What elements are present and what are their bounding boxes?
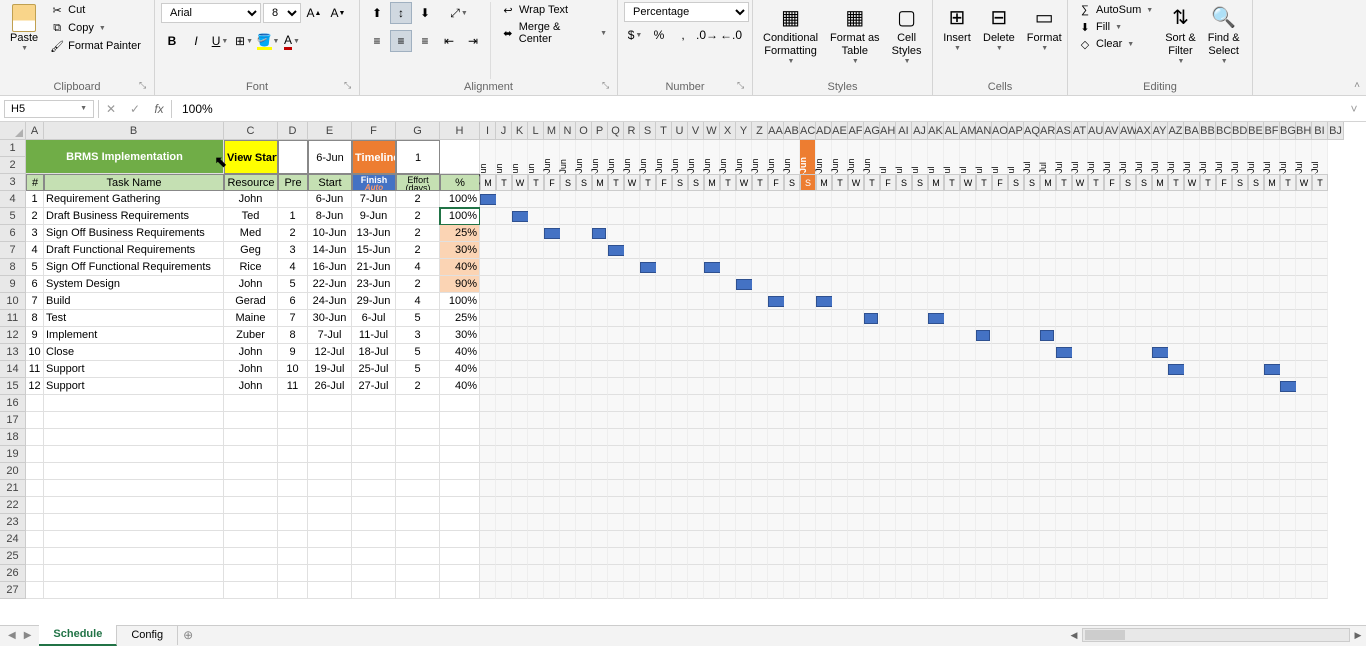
group-clipboard: Paste ▼ ✂Cut ⧉Copy▼ 🖌Format Painter Clip… [0,0,155,95]
cells-area[interactable]: BRMS ImplementationView Start6-JunTimeli… [26,140,1328,599]
sigma-icon: ∑ [1078,3,1092,17]
tab-config[interactable]: Config [117,626,178,645]
prev-sheet-button[interactable]: ◀ [8,630,16,641]
insert-cells-button[interactable]: ⊞Insert▼ [939,2,975,56]
dialog-launcher-icon[interactable]: ⤡ [344,80,356,92]
row-headers[interactable]: 1234567891011121314151617181920212223242… [0,140,26,599]
wrap-icon: ↩ [501,3,515,17]
scissors-icon: ✂ [50,3,64,17]
group-number: Percentage $▼ % , .0→ ←.0 Number ⤡ [618,0,753,95]
conditional-icon: ▦ [777,4,805,32]
formula-bar: H5▼ ✕ ✓ fx 100% ˅ [0,96,1366,122]
decrease-font-button[interactable]: A▼ [327,2,349,24]
format-as-table-button[interactable]: ▦Format as Table▼ [826,2,884,69]
conditional-formatting-button[interactable]: ▦Conditional Formatting▼ [759,2,822,69]
percent-button[interactable]: % [648,24,670,46]
group-styles: ▦Conditional Formatting▼ ▦Format as Tabl… [753,0,933,95]
accept-formula-button[interactable]: ✓ [123,102,147,116]
insert-icon: ⊞ [943,4,971,32]
find-select-button[interactable]: 🔍Find & Select▼ [1204,2,1244,69]
autosum-button[interactable]: ∑AutoSum▼ [1074,2,1157,18]
cell-styles-button[interactable]: ▢Cell Styles▼ [888,2,926,69]
chevron-down-icon: ▼ [21,45,28,53]
collapse-ribbon-button[interactable]: ˄ [1354,80,1360,91]
align-left-button[interactable]: ≡ [366,30,388,52]
format-icon: ▭ [1030,4,1058,32]
wrap-text-button[interactable]: ↩Wrap Text [497,2,611,18]
styles-icon: ▢ [893,4,921,32]
align-bottom-button[interactable]: ⬇ [414,2,436,24]
eraser-icon: ◇ [1078,37,1092,51]
number-format-select[interactable]: Percentage [624,2,749,22]
group-font: Arial 8 A▲ A▼ B I U▼ ⊞▼ 🪣▼ A▼ Font ⤡ [155,0,360,95]
name-box[interactable]: H5▼ [4,100,94,118]
merge-icon: ⬌ [501,26,515,40]
spreadsheet-grid[interactable]: ABCDEFGHIJKLMNOPQRSTUVWXYZAAABACADAEAFAG… [0,122,1366,625]
select-all-corner[interactable] [0,122,26,140]
decrease-indent-button[interactable]: ⇤ [438,30,460,52]
cancel-formula-button[interactable]: ✕ [99,102,123,116]
fill-color-button[interactable]: 🪣▼ [257,30,279,52]
align-middle-button[interactable]: ↕ [390,2,412,24]
ribbon: Paste ▼ ✂Cut ⧉Copy▼ 🖌Format Painter Clip… [0,0,1366,96]
align-center-button[interactable]: ≡ [390,30,412,52]
underline-button[interactable]: U▼ [209,30,231,52]
chevron-down-icon: ▼ [80,105,87,112]
group-alignment: ⬆ ↕ ⬇ ⤢▼ ≡ ≡ ≡ ⇤ ⇥ ↩Wrap Text ⬌Merge & C… [360,0,618,95]
add-sheet-button[interactable]: ⊕ [178,628,198,642]
group-label: Clipboard [6,79,148,93]
dialog-launcher-icon[interactable]: ⤡ [737,80,749,92]
orientation-button[interactable]: ⤢▼ [448,2,470,24]
delete-icon: ⊟ [985,4,1013,32]
font-name-select[interactable]: Arial [161,3,261,23]
sort-filter-button[interactable]: ⇅Sort & Filter▼ [1161,2,1200,69]
dialog-launcher-icon[interactable]: ⤡ [602,80,614,92]
expand-formula-bar-button[interactable]: ˅ [1342,102,1366,116]
fill-down-icon: ⬇ [1078,20,1092,34]
tab-schedule[interactable]: Schedule [39,625,117,646]
table-icon: ▦ [841,4,869,32]
increase-font-button[interactable]: A▲ [303,2,325,24]
column-headers[interactable]: ABCDEFGHIJKLMNOPQRSTUVWXYZAAABACADAEAFAG… [26,122,1344,140]
cut-button[interactable]: ✂Cut [46,2,145,18]
fill-button[interactable]: ⬇Fill▼ [1074,19,1157,35]
paintbrush-icon: 🖌 [50,39,64,53]
search-icon: 🔍 [1210,4,1238,32]
align-right-button[interactable]: ≡ [414,30,436,52]
group-editing: ∑AutoSum▼ ⬇Fill▼ ◇Clear▼ ⇅Sort & Filter▼… [1068,0,1253,95]
formula-input[interactable]: 100% [172,100,1342,118]
delete-cells-button[interactable]: ⊟Delete▼ [979,2,1019,56]
sheet-tab-bar: ◀ ▶ Schedule Config ⊕ ◀ ▶ [0,625,1366,644]
dialog-launcher-icon[interactable]: ⤡ [139,80,151,92]
sort-icon: ⇅ [1166,4,1194,32]
paste-button[interactable]: Paste ▼ [6,2,42,56]
clear-button[interactable]: ◇Clear▼ [1074,36,1157,52]
comma-button[interactable]: , [672,24,694,46]
scroll-left-button[interactable]: ◀ [1066,630,1082,641]
increase-indent-button[interactable]: ⇥ [462,30,484,52]
font-color-button[interactable]: A▼ [281,30,303,52]
borders-button[interactable]: ⊞▼ [233,30,255,52]
paste-icon [12,4,36,32]
group-cells: ⊞Insert▼ ⊟Delete▼ ▭Format▼ Cells [933,0,1068,95]
font-size-select[interactable]: 8 [263,3,301,23]
selected-cell: 100% [440,208,480,225]
align-top-button[interactable]: ⬆ [366,2,388,24]
decrease-decimal-button[interactable]: ←.0 [720,24,742,46]
merge-center-button[interactable]: ⬌Merge & Center▼ [497,20,611,46]
copy-button[interactable]: ⧉Copy▼ [46,20,145,36]
bold-button[interactable]: B [161,30,183,52]
horizontal-scrollbar[interactable]: ◀ ▶ [1066,628,1366,642]
currency-button[interactable]: $▼ [624,24,646,46]
format-cells-button[interactable]: ▭Format▼ [1023,2,1066,56]
fx-icon[interactable]: fx [147,102,171,116]
italic-button[interactable]: I [185,30,207,52]
next-sheet-button[interactable]: ▶ [24,630,32,641]
format-painter-button[interactable]: 🖌Format Painter [46,38,145,54]
increase-decimal-button[interactable]: .0→ [696,24,718,46]
copy-icon: ⧉ [50,21,64,35]
scroll-right-button[interactable]: ▶ [1350,630,1366,641]
